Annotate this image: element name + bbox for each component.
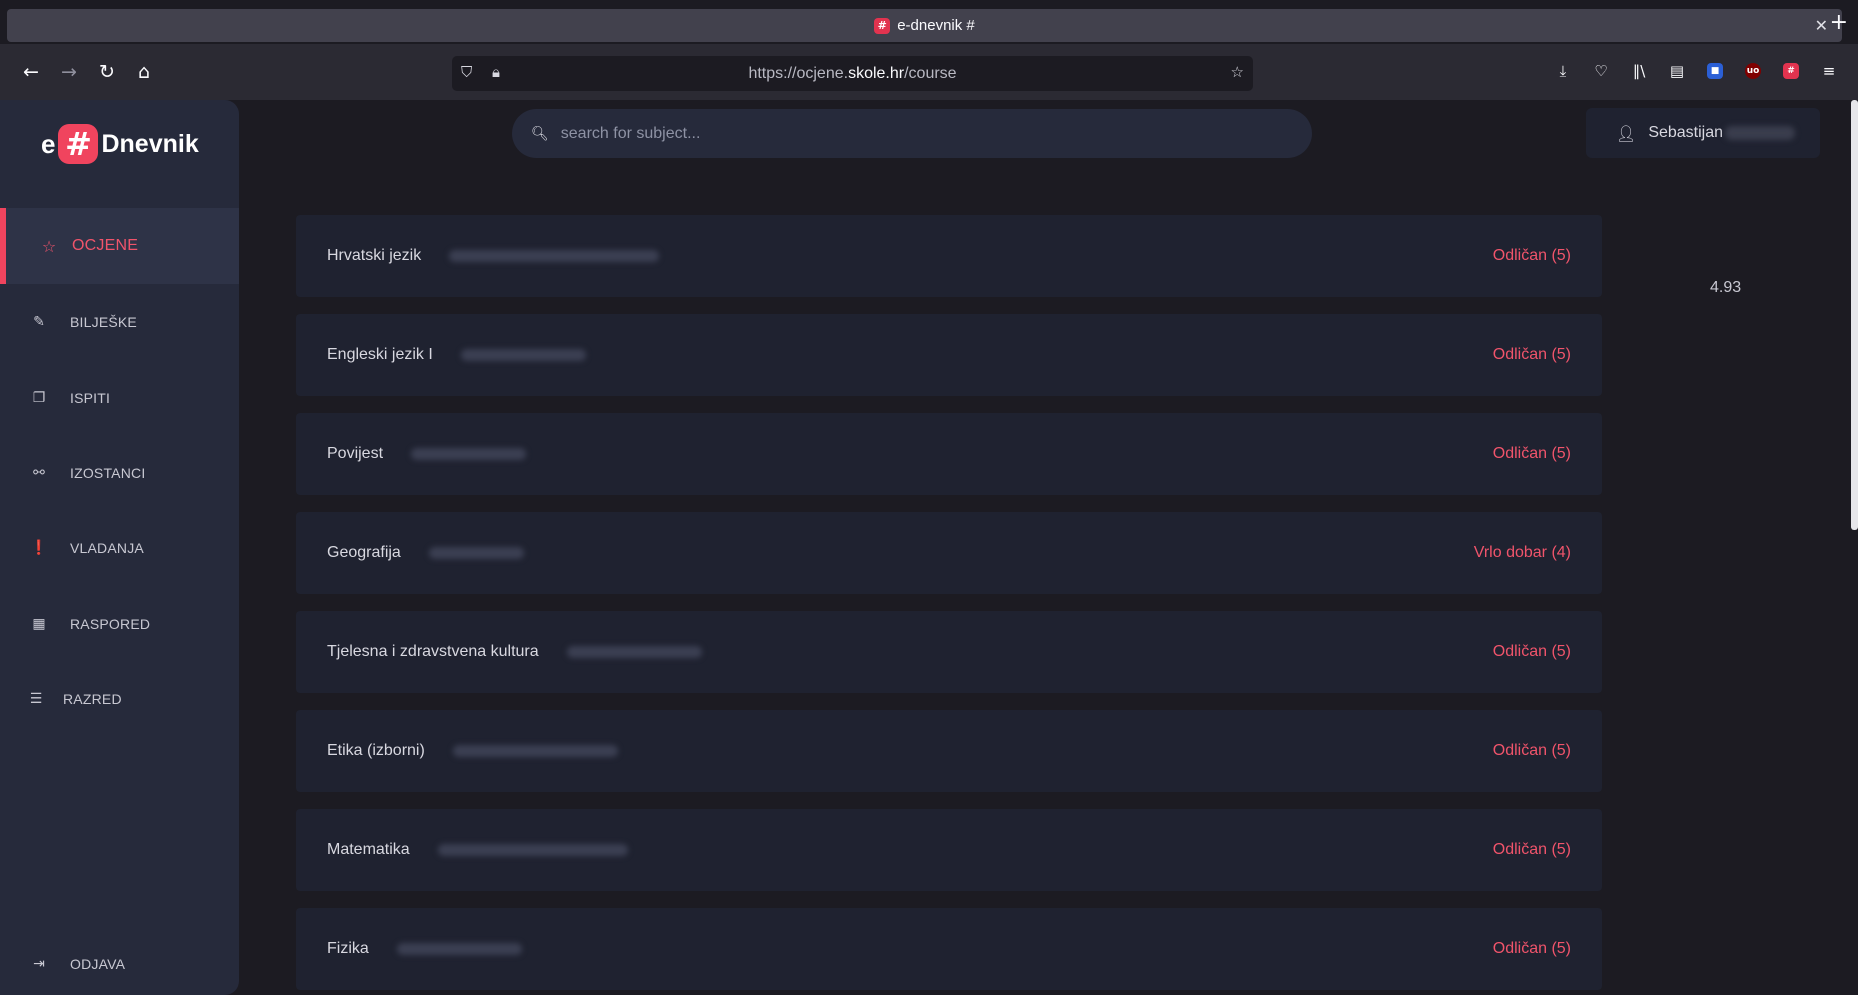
copy-icon: ❐: [32, 390, 46, 406]
course-grade: Odličan (5): [1492, 940, 1571, 957]
tab-title: e-dnevnik #: [897, 17, 975, 34]
lock-icon[interactable]: 🔒︎: [492, 63, 500, 81]
ublock-origin-icon[interactable]: uo: [1741, 59, 1765, 83]
reload-icon[interactable]: ↻: [93, 58, 121, 86]
course-name: Tjelesna i zdravstvena kultura: [327, 643, 539, 660]
logo-text: Dnevnik: [101, 129, 199, 158]
sidebar-item-ocjene[interactable]: ☆ OCJENE: [0, 208, 239, 284]
course-row[interactable]: Geografija Vrlo dobar (4): [296, 512, 1602, 594]
course-teacher-redacted: [411, 448, 527, 460]
sidebar-item-razred[interactable]: ☰ RAZRED: [0, 661, 239, 737]
sidebar-item-vladanja[interactable]: ❗ VLADANJA: [0, 510, 239, 586]
sidebar-item-izostanci[interactable]: ⚯ IZOSTANCI: [0, 435, 239, 511]
course-grade: Odličan (5): [1492, 445, 1571, 462]
library-icon[interactable]: ∥\: [1627, 59, 1651, 83]
sidebar-item-label: OCJENE: [72, 237, 139, 254]
bookmark-star-icon[interactable]: ☆: [1231, 63, 1244, 81]
course-teacher-redacted: [566, 646, 702, 658]
shield-icon[interactable]: ⛉: [461, 63, 472, 81]
new-tab-icon[interactable]: +: [1830, 10, 1848, 35]
search-bar[interactable]: 🔍︎: [512, 109, 1312, 158]
back-arrow-icon[interactable]: ←: [17, 58, 45, 86]
course-teacher-redacted: [452, 745, 618, 757]
calendar-icon: ▦: [32, 616, 46, 632]
browser-navbar: ← → ↻ ⌂ ⛉ 🔒︎ https://ocjene.skole.hr/cou…: [0, 44, 1858, 100]
sidebar-item-biljeske[interactable]: ✎ BILJEŠKE: [0, 284, 239, 360]
course-teacher-redacted: [449, 250, 660, 262]
browser-tab[interactable]: # e-dnevnik # ✕: [7, 9, 1842, 42]
course-grade: Odličan (5): [1492, 247, 1571, 264]
home-icon[interactable]: ⌂: [130, 58, 158, 86]
course-name: Povijest: [327, 445, 384, 462]
course-row[interactable]: Matematika Odličan (5): [296, 809, 1602, 891]
course-name: Fizika: [327, 940, 369, 957]
site-favicon-icon: #: [874, 17, 891, 34]
course-name: Engleski jezik I: [327, 346, 433, 363]
course-row[interactable]: Povijest Odličan (5): [296, 413, 1602, 495]
course-name: Geografija: [327, 544, 401, 561]
edit-icon: ✎: [33, 314, 45, 330]
course-row[interactable]: Etika (izborni) Odličan (5): [296, 710, 1602, 792]
course-name: Matematika: [327, 841, 410, 858]
grade-average: 4.93: [1710, 279, 1742, 296]
search-input[interactable]: [560, 124, 1261, 143]
list-icon: ☰: [29, 691, 43, 707]
user-first-name: Sebastijan: [1648, 124, 1724, 141]
unlink-icon: ⚯: [33, 465, 45, 481]
sidebar: e # Dnevnik ☆ OCJENE ✎ BILJEŠKE ❐ ISPITI…: [0, 100, 239, 995]
course-grade: Odličan (5): [1492, 346, 1571, 363]
logo-e: e: [41, 128, 56, 159]
pocket-icon[interactable]: ♡: [1589, 59, 1613, 83]
course-grade: Odličan (5): [1492, 643, 1571, 660]
app-logo[interactable]: e # Dnevnik: [41, 124, 199, 164]
course-row[interactable]: Fizika Odličan (5): [296, 908, 1602, 990]
user-menu[interactable]: 👤︎ Sebastijan: [1586, 108, 1820, 158]
sidebar-item-label: ISPITI: [70, 390, 111, 406]
ednevnik-extension-icon[interactable]: #: [1779, 59, 1803, 83]
sidebar-item-label: RAZRED: [63, 691, 122, 707]
user-icon: 👤︎: [1616, 123, 1637, 143]
save-to-pocket-icon[interactable]: ⤓: [1551, 59, 1575, 83]
course-teacher-redacted: [428, 547, 524, 559]
course-row[interactable]: Engleski jezik I Odličan (5): [296, 314, 1602, 396]
logout-label: ODJAVA: [70, 956, 126, 972]
sidebar-item-label: VLADANJA: [70, 540, 144, 556]
browser-tabbar: # e-dnevnik # ✕ +: [0, 0, 1858, 44]
course-teacher-redacted: [396, 943, 522, 955]
sidebar-item-label: IZOSTANCI: [70, 465, 146, 481]
user-surname-redacted: [1725, 126, 1796, 140]
search-icon: 🔍︎: [531, 125, 549, 142]
url-bar[interactable]: ⛉ 🔒︎ https://ocjene.skole.hr/course ☆: [452, 56, 1253, 91]
logout-button[interactable]: ⇥ ODJAVA: [0, 926, 239, 995]
sidebar-item-label: RASPORED: [70, 616, 151, 632]
hamburger-menu-icon[interactable]: ≡: [1817, 59, 1841, 83]
forward-arrow-icon[interactable]: →: [55, 58, 83, 86]
course-name: Etika (izborni): [327, 742, 425, 759]
logo-hash-icon: #: [58, 124, 99, 164]
course-row[interactable]: Tjelesna i zdravstvena kultura Odličan (…: [296, 611, 1602, 693]
url-text[interactable]: https://ocjene.skole.hr/course: [748, 65, 956, 83]
course-grade: Odličan (5): [1492, 742, 1571, 759]
course-row[interactable]: Hrvatski jezik Odličan (5): [296, 215, 1602, 297]
page-scrollbar[interactable]: [1851, 100, 1858, 530]
extension-container-icon[interactable]: ■: [1703, 59, 1727, 83]
course-grade: Odličan (5): [1492, 841, 1571, 858]
sidebar-toggle-icon[interactable]: ▤: [1665, 59, 1689, 83]
course-teacher-redacted: [460, 349, 586, 361]
star-icon: ☆: [41, 236, 57, 256]
logout-icon: ⇥: [33, 956, 45, 972]
close-tab-icon[interactable]: ✕: [1815, 16, 1828, 35]
sidebar-item-ispiti[interactable]: ❐ ISPITI: [0, 360, 239, 436]
sidebar-item-label: BILJEŠKE: [70, 314, 137, 330]
exclamation-icon: ❗: [30, 540, 48, 556]
course-list: Hrvatski jezik Odličan (5) Engleski jezi…: [296, 215, 1602, 995]
course-grade: Vrlo dobar (4): [1473, 544, 1571, 561]
course-name: Hrvatski jezik: [327, 247, 422, 264]
course-teacher-redacted: [437, 844, 628, 856]
sidebar-item-raspored[interactable]: ▦ RASPORED: [0, 586, 239, 662]
